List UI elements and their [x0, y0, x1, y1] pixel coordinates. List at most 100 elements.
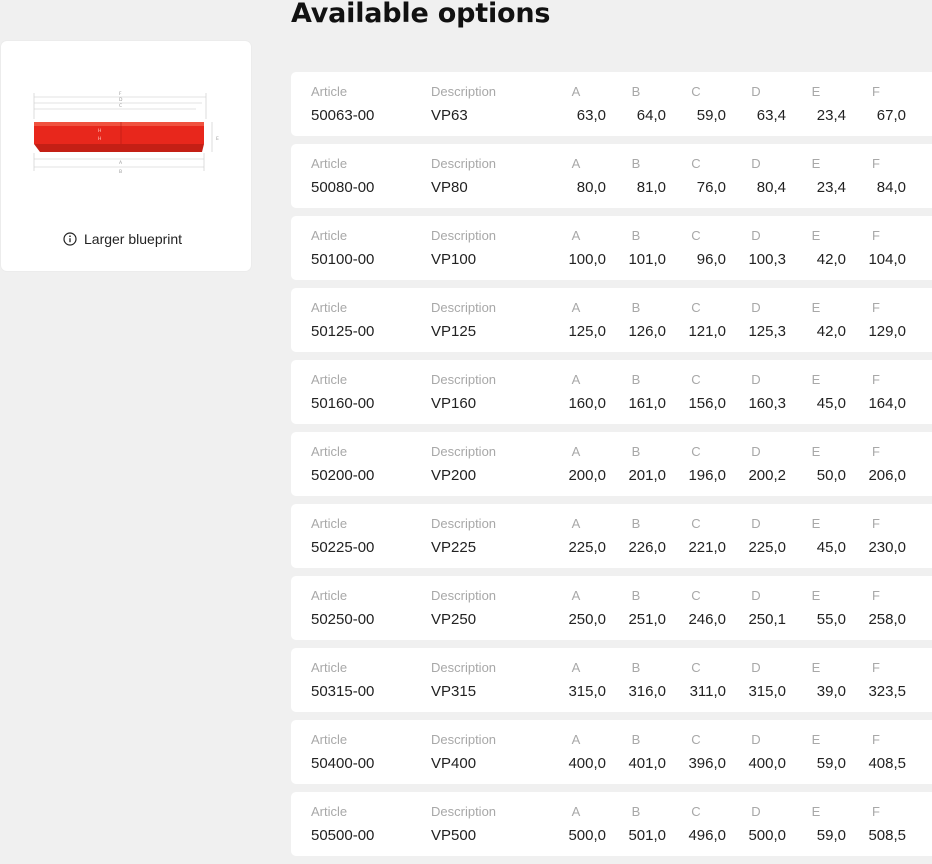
description-header: Description [431, 732, 497, 747]
dim-c-header: C [691, 156, 701, 171]
dim-label-e: E [216, 136, 219, 142]
table-row[interactable]: Article 50500-00 Description VP500 A 500… [291, 792, 932, 856]
dim-a-cell: A 63,0 [546, 72, 606, 136]
dim-f-header: F [872, 228, 880, 243]
table-row[interactable]: Article 50063-00 Description VP63 A 63,0… [291, 72, 932, 136]
dim-b-value: 101,0 [628, 251, 666, 268]
dim-b-value: 226,0 [628, 539, 666, 556]
dim-d-value: 100,3 [748, 251, 786, 268]
article-header: Article [311, 300, 348, 315]
dim-c-cell: C 311,0 [666, 648, 726, 712]
dim-d-cell: D 63,4 [726, 72, 786, 136]
dim-b-header: B [631, 804, 641, 819]
dim-e-cell: E 55,0 [786, 576, 846, 640]
part-lip [34, 122, 204, 126]
table-row[interactable]: Article 50250-00 Description VP250 A 250… [291, 576, 932, 640]
dim-e-header: E [811, 444, 821, 459]
dim-a-header: A [571, 588, 581, 603]
dim-b-cell: B 501,0 [606, 792, 666, 856]
dim-e-cell: E 45,0 [786, 360, 846, 424]
dim-a-header: A [571, 228, 581, 243]
dim-c-header: C [691, 84, 701, 99]
article-value: 50200-00 [311, 467, 375, 484]
article-value: 50063-00 [311, 107, 375, 124]
dim-e-cell: E 42,0 [786, 288, 846, 352]
article-header: Article [311, 228, 348, 243]
dim-c-cell: C 59,0 [666, 72, 726, 136]
table-row[interactable]: Article 50100-00 Description VP100 A 100… [291, 216, 932, 280]
description-value: VP400 [431, 755, 477, 772]
dim-a-cell: A 500,0 [546, 792, 606, 856]
dim-e-value: 23,4 [816, 107, 846, 124]
dim-c-value: 121,0 [688, 323, 726, 340]
description-header: Description [431, 156, 497, 171]
article-value: 50250-00 [311, 611, 375, 628]
dim-b-header: B [631, 444, 641, 459]
dim-d-value: 160,3 [748, 395, 786, 412]
table-row[interactable]: Article 50080-00 Description VP80 A 80,0… [291, 144, 932, 208]
table-row[interactable]: Article 50400-00 Description VP400 A 400… [291, 720, 932, 784]
dim-a-value: 250,0 [568, 611, 606, 628]
article-header: Article [311, 84, 348, 99]
dim-b-cell: B 316,0 [606, 648, 666, 712]
dim-b-header: B [631, 588, 641, 603]
dim-b-header: B [631, 228, 641, 243]
dim-f-cell: F 323,5 [846, 648, 906, 712]
description-header: Description [431, 660, 497, 675]
dim-b-cell: B 401,0 [606, 720, 666, 784]
dim-f-header: F [872, 732, 880, 747]
dim-d-header: D [751, 156, 761, 171]
dim-c-cell: C 76,0 [666, 144, 726, 208]
article-header: Article [311, 732, 348, 747]
blueprint-drawing[interactable]: F D C H H E A B [26, 85, 226, 181]
dim-f-value: 206,0 [868, 467, 906, 484]
article-header: Article [311, 444, 348, 459]
dim-e-value: 39,0 [816, 683, 846, 700]
dim-c-header: C [691, 660, 701, 675]
dim-a-cell: A 80,0 [546, 144, 606, 208]
larger-blueprint-link[interactable]: Larger blueprint [63, 231, 182, 247]
dim-f-header: F [872, 444, 880, 459]
table-row[interactable]: Article 50160-00 Description VP160 A 160… [291, 360, 932, 424]
dim-d-value: 250,1 [748, 611, 786, 628]
table-row[interactable]: Article 50200-00 Description VP200 A 200… [291, 432, 932, 496]
dim-c-cell: C 196,0 [666, 432, 726, 496]
dim-label-f: F [119, 91, 122, 97]
dim-a-header: A [571, 156, 581, 171]
dim-label-h2: H [98, 136, 101, 142]
dim-c-cell: C 246,0 [666, 576, 726, 640]
dim-e-value: 59,0 [816, 827, 846, 844]
dim-f-value: 258,0 [868, 611, 906, 628]
dim-e-header: E [811, 732, 821, 747]
dim-d-cell: D 80,4 [726, 144, 786, 208]
blueprint-card[interactable]: F D C H H E A B Larger blueprint [1, 41, 251, 271]
dim-d-header: D [751, 804, 761, 819]
table-row[interactable]: Article 50315-00 Description VP315 A 315… [291, 648, 932, 712]
dim-e-cell: E 39,0 [786, 648, 846, 712]
dim-d-value: 200,2 [748, 467, 786, 484]
dim-a-header: A [571, 300, 581, 315]
dim-f-cell: F 508,5 [846, 792, 906, 856]
dim-f-header: F [872, 156, 880, 171]
dim-d-header: D [751, 516, 761, 531]
dim-c-value: 246,0 [688, 611, 726, 628]
dim-a-header: A [571, 372, 581, 387]
dim-d-value: 125,3 [748, 323, 786, 340]
dim-a-value: 160,0 [568, 395, 606, 412]
dim-c-cell: C 96,0 [666, 216, 726, 280]
dim-label-h1: H [98, 128, 101, 134]
dim-d-header: D [751, 300, 761, 315]
table-row[interactable]: Article 50125-00 Description VP125 A 125… [291, 288, 932, 352]
dim-d-cell: D 400,0 [726, 720, 786, 784]
dim-a-header: A [571, 660, 581, 675]
description-value: VP160 [431, 395, 477, 412]
dim-c-cell: C 156,0 [666, 360, 726, 424]
dim-e-cell: E 45,0 [786, 504, 846, 568]
dim-b-value: 251,0 [628, 611, 666, 628]
dim-f-value: 230,0 [868, 539, 906, 556]
dim-e-header: E [811, 300, 821, 315]
table-row[interactable]: Article 50225-00 Description VP225 A 225… [291, 504, 932, 568]
dim-a-cell: A 200,0 [546, 432, 606, 496]
dim-d-header: D [751, 732, 761, 747]
options-table: Article 50063-00 Description VP63 A 63,0… [291, 72, 932, 864]
